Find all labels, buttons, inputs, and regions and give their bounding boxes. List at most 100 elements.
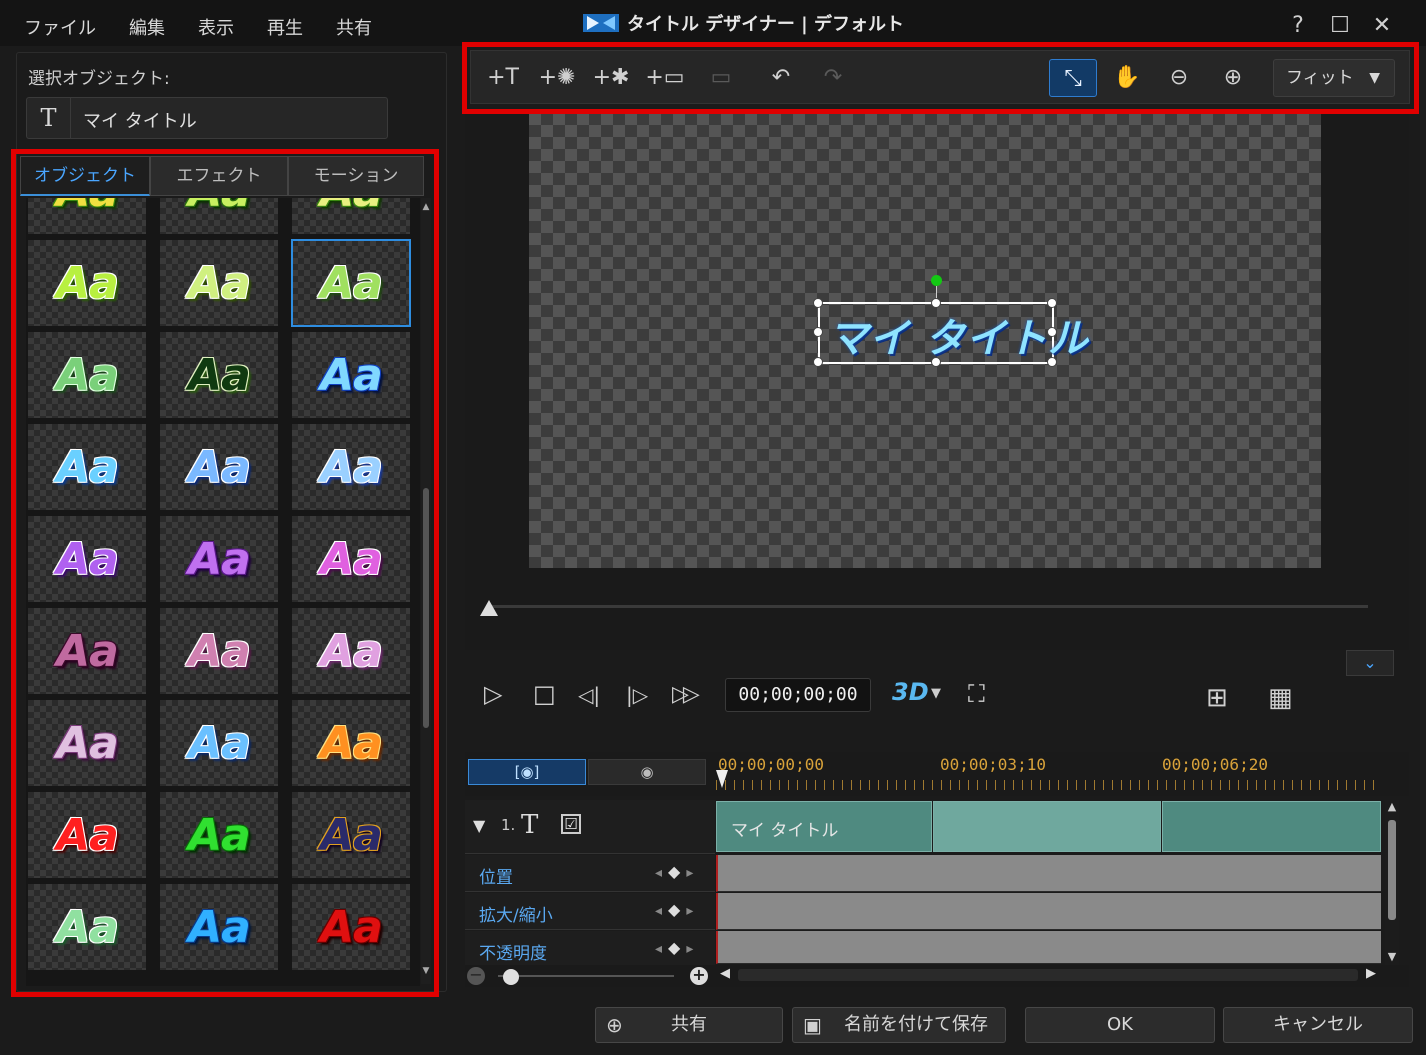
title-clip-end[interactable] — [1162, 801, 1381, 852]
rotation-handle[interactable] — [931, 275, 942, 286]
text-template-tile[interactable]: Aa — [160, 332, 278, 418]
text-template-tile[interactable]: Aa — [160, 516, 278, 602]
menu-file[interactable]: ファイル — [24, 14, 96, 40]
scroll-down-icon[interactable]: ▼ — [1385, 950, 1399, 963]
collapse-icon[interactable]: ▼ — [473, 816, 485, 835]
timeline-vscroll[interactable]: ▲ ▼ — [1385, 800, 1399, 965]
scroll-down-icon[interactable]: ▼ — [421, 966, 431, 976]
text-template-tile[interactable]: Aa — [28, 792, 146, 878]
timeline-clock-button[interactable]: ◉ — [588, 759, 706, 785]
preview-scrubber[interactable] — [488, 605, 1368, 608]
expand-panel-button[interactable]: ⌄ — [1346, 650, 1394, 676]
text-template-tile[interactable]: Aa — [160, 700, 278, 786]
title-object-box[interactable]: マイ タイトル — [818, 302, 1088, 364]
text-template-tile[interactable]: Aa — [28, 884, 146, 970]
resize-handle[interactable] — [931, 298, 941, 308]
timeline-view-button[interactable]: [◉] — [468, 759, 586, 785]
timeline-zoom-slider[interactable] — [498, 975, 674, 977]
scrollbar-thumb[interactable] — [1388, 820, 1396, 920]
text-template-tile[interactable]: Aa — [28, 332, 146, 418]
zoom-out-button[interactable]: − — [467, 967, 485, 985]
tab-motion[interactable]: モーション — [288, 156, 424, 196]
text-template-tile[interactable]: Aa — [28, 240, 146, 326]
previous-frame-icon[interactable]: ◁| — [578, 683, 600, 707]
insert-image-icon[interactable]: +▭ — [641, 59, 689, 97]
text-template-tile[interactable]: Aa — [292, 332, 410, 418]
ok-button[interactable]: OK — [1025, 1007, 1215, 1043]
text-template-tile[interactable]: Aa — [292, 700, 410, 786]
zoom-out-icon[interactable]: ⊖ — [1155, 59, 1203, 97]
play-icon[interactable]: ▷ — [484, 680, 502, 708]
3d-dropdown-icon[interactable]: ▼ — [931, 686, 941, 701]
text-template-tile[interactable]: Aa — [160, 792, 278, 878]
text-template-tile[interactable]: Aa — [292, 792, 410, 878]
text-template-tile[interactable]: Aa — [28, 424, 146, 510]
help-icon[interactable]: ? — [1288, 14, 1308, 38]
pan-hand-icon[interactable]: ✋ — [1103, 59, 1151, 97]
insert-text-icon[interactable]: +T — [479, 59, 527, 97]
template-scrollbar[interactable]: ▲ ▼ — [421, 198, 431, 984]
resize-handle[interactable] — [1047, 357, 1057, 367]
text-template-tile[interactable]: Aa — [291, 239, 411, 327]
zoom-fit-select[interactable]: フィット ▼ — [1273, 59, 1395, 97]
cancel-button[interactable]: キャンセル — [1223, 1007, 1413, 1043]
resize-handle[interactable] — [931, 357, 941, 367]
menu-share[interactable]: 共有 — [336, 14, 372, 40]
grid-icon[interactable]: ▦ — [1268, 683, 1293, 713]
keyframe-controls[interactable]: ◂◆▸ — [655, 900, 699, 919]
text-template-tile[interactable]: Aa — [160, 424, 278, 510]
text-template-tile[interactable]: Aa — [292, 424, 410, 510]
text-template-tile[interactable]: Aa — [28, 198, 146, 234]
scrollbar-thumb[interactable] — [423, 488, 429, 728]
keyframe-controls[interactable]: ◂◆▸ — [655, 938, 699, 957]
text-template-tile[interactable]: Aa — [292, 516, 410, 602]
keyframe-lane[interactable] — [716, 931, 1381, 964]
undo-icon[interactable]: ↶ — [757, 59, 805, 97]
resize-handle[interactable] — [1047, 327, 1057, 337]
safe-zone-icon[interactable]: ⊞ — [1206, 683, 1228, 713]
maximize-icon[interactable]: ☐ — [1330, 14, 1350, 38]
next-frame-icon[interactable]: |▷ — [626, 683, 648, 707]
text-template-tile[interactable]: Aa — [28, 516, 146, 602]
timeline-hscroll[interactable] — [738, 969, 1358, 981]
timeline-ruler[interactable]: 00;00;00;00 00;00;03;10 00;00;06;20 — [716, 752, 1381, 794]
scroll-up-icon[interactable]: ▲ — [1385, 800, 1399, 813]
scroll-left-icon[interactable]: ◀ — [720, 966, 730, 981]
fullscreen-icon[interactable]: ⛶ — [968, 680, 985, 708]
track-enable-checkbox[interactable]: ☑ — [561, 814, 581, 834]
stop-icon[interactable]: □ — [533, 680, 556, 708]
text-template-tile[interactable]: Aa — [28, 700, 146, 786]
keyframe-controls[interactable]: ◂◆▸ — [655, 862, 699, 881]
resize-handle[interactable] — [813, 327, 823, 337]
title-clip[interactable]: マイ タイトル — [716, 801, 932, 852]
resize-handle[interactable] — [1047, 298, 1057, 308]
menu-edit[interactable]: 編集 — [129, 14, 165, 40]
tab-effect[interactable]: エフェクト — [150, 156, 288, 196]
resize-handle[interactable] — [813, 298, 823, 308]
tab-object[interactable]: オブジェクト — [20, 156, 150, 196]
share-button[interactable]: ⊕ 共有 — [595, 1007, 783, 1043]
text-template-tile[interactable]: Aa — [292, 198, 410, 234]
insert-background-icon[interactable]: ▭ — [697, 59, 745, 97]
menu-view[interactable]: 表示 — [198, 14, 234, 40]
insert-particle-icon[interactable]: +✺ — [533, 59, 581, 97]
keyframe-lane[interactable] — [716, 855, 1381, 892]
text-template-tile[interactable]: Aa — [160, 240, 278, 326]
scrubber-handle[interactable] — [480, 600, 498, 616]
zoom-slider-knob[interactable] — [503, 969, 519, 985]
text-template-tile[interactable]: Aa — [292, 884, 410, 970]
text-template-tile[interactable]: Aa — [292, 608, 410, 694]
scroll-right-icon[interactable]: ▶ — [1366, 966, 1376, 981]
resize-handle[interactable] — [813, 357, 823, 367]
selected-object-field[interactable]: T マイ タイトル — [26, 97, 388, 139]
close-icon[interactable]: ✕ — [1372, 14, 1392, 38]
text-template-tile[interactable]: Aa — [160, 608, 278, 694]
fast-forward-icon[interactable]: ▷▷ — [672, 682, 700, 707]
zoom-in-icon[interactable]: ⊕ — [1209, 59, 1257, 97]
timeline-playhead[interactable] — [716, 770, 728, 788]
scroll-up-icon[interactable]: ▲ — [421, 202, 431, 212]
save-as-button[interactable]: ▣ 名前を付けて保存 — [792, 1007, 1006, 1043]
redo-icon[interactable]: ↷ — [809, 59, 857, 97]
text-template-tile[interactable]: Aa — [160, 198, 278, 234]
menu-playback[interactable]: 再生 — [267, 14, 303, 40]
